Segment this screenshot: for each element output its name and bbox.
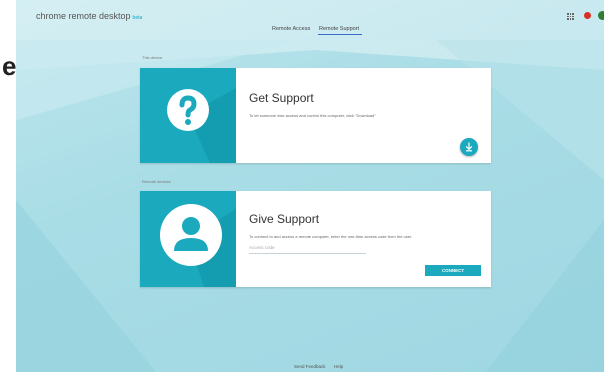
get-support-card: Get Support To let someone else access a… — [140, 68, 491, 163]
access-code-input[interactable]: Access code — [249, 245, 275, 250]
help-link[interactable]: Help — [334, 364, 343, 369]
get-support-description: To let someone else access and control t… — [249, 113, 376, 118]
give-support-card: Give Support To connect to and access a … — [140, 191, 491, 287]
send-feedback-link[interactable]: Send Feedback — [294, 364, 326, 369]
give-support-title: Give Support — [249, 212, 320, 226]
beta-badge: beta — [132, 15, 143, 21]
access-code-underline — [249, 253, 366, 254]
notification-icon[interactable] — [584, 12, 591, 19]
app-window: chrome remote desktop beta Remote Access … — [16, 0, 604, 372]
help-icon — [167, 89, 209, 131]
account-avatar[interactable] — [598, 11, 604, 20]
get-support-title: Get Support — [249, 91, 314, 105]
apps-grid-icon[interactable] — [567, 13, 574, 20]
section-this-device: This device — [142, 55, 163, 60]
give-support-hero — [140, 191, 236, 287]
give-support-description: To connect to and access a remote comput… — [249, 234, 413, 239]
left-margin: e — [0, 0, 16, 375]
background-graphic — [16, 40, 604, 372]
edge-letter: e — [2, 51, 17, 81]
app-title[interactable]: chrome remote desktop beta — [36, 11, 142, 21]
app-name: chrome remote desktop — [36, 11, 131, 21]
get-support-hero — [140, 68, 236, 163]
download-button[interactable] — [460, 138, 478, 156]
connect-button[interactable]: CONNECT — [425, 265, 481, 276]
tab-remote-support[interactable]: Remote Support — [319, 26, 359, 32]
person-icon — [160, 204, 222, 266]
active-tab-indicator — [318, 34, 362, 35]
tab-remote-access[interactable]: Remote Access — [272, 26, 310, 32]
section-remote-devices: Remote devices — [142, 179, 171, 184]
download-icon — [465, 142, 473, 152]
